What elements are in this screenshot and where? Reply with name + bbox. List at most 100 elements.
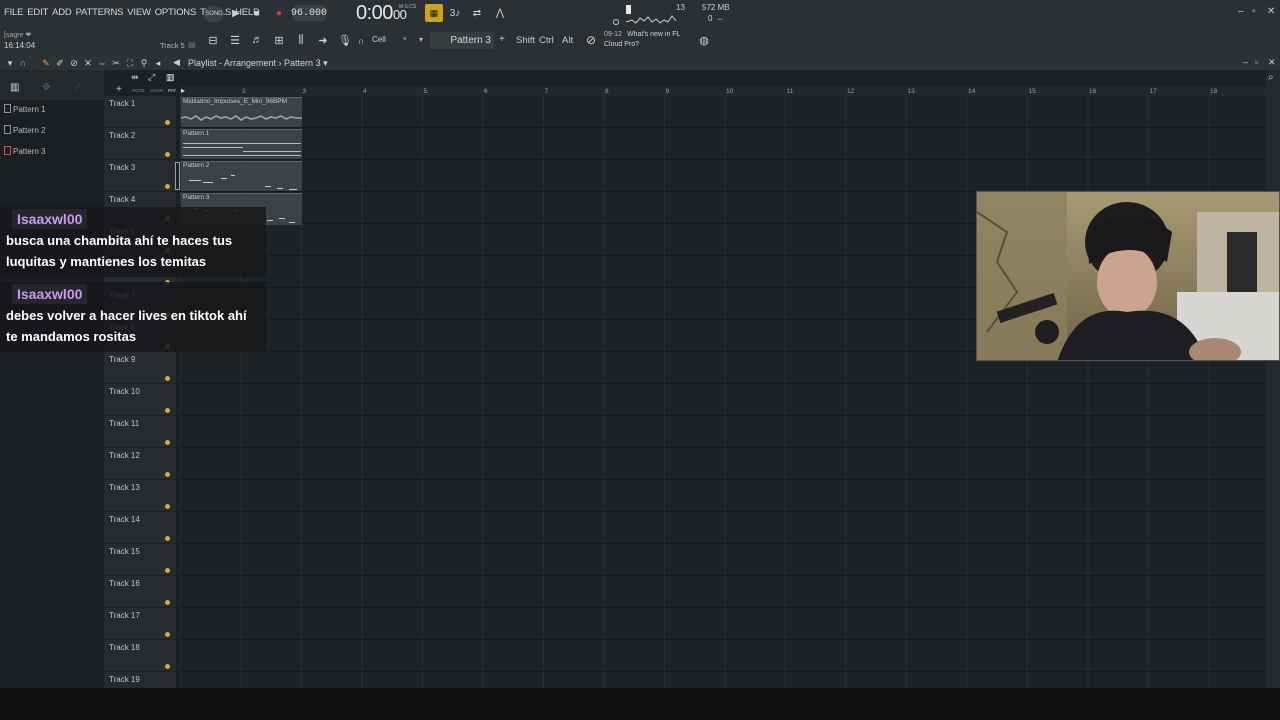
zoom-slider-icon[interactable]: ⌕ [1268,72,1274,83]
minimize-icon[interactable]: – [1238,6,1244,17]
note-mark [289,189,297,190]
track-enable-icon[interactable] [165,120,170,125]
track-header[interactable]: Track 1 [104,96,176,128]
typing-keyboard-icon[interactable]: ▦ [425,4,443,22]
maximize-icon[interactable]: ▫ [1252,6,1256,17]
menu-options[interactable]: OPTIONS [155,7,197,18]
menu-file[interactable]: FILE [4,7,23,18]
track-enable-icon[interactable] [165,440,170,445]
mixer-icon[interactable]: ⫼ [293,32,309,48]
tempo-display[interactable]: 96.000 [291,5,327,21]
countdown-icon[interactable]: 3♪ [447,6,463,20]
track-enable-icon[interactable] [165,376,170,381]
loop-record-icon[interactable]: ⇄ [469,6,485,20]
magnet-icon[interactable]: ∩ [17,57,29,69]
delete-tool-icon[interactable]: ⊘ [68,57,80,69]
track-enable-icon[interactable] [165,536,170,541]
audio-clip[interactable]: Midilatino_Impulses_E_Min_96BPM [181,97,302,127]
online-icon[interactable]: ◍ [697,33,711,47]
track-header[interactable]: Track 16 [104,576,176,608]
track-header[interactable]: Track 12 [104,448,176,480]
scroll-icon[interactable]: ⇹ [131,72,139,83]
picker-move-icon[interactable]: ✥ [42,82,50,93]
track-header[interactable]: Track 2 [104,128,176,160]
track-enable-icon[interactable] [165,600,170,605]
magnet-snap-icon[interactable]: ∩ [358,36,364,46]
track-header[interactable]: Track 11 [104,416,176,448]
picker-tab-chan[interactable]: CHAN [150,88,163,93]
menu-edit[interactable]: EDIT [27,7,48,18]
vertical-scrollbar[interactable] [1266,70,1280,688]
channel-rack-icon[interactable]: ☰ [227,32,243,48]
metronome-icon[interactable]: ⋀ [492,6,508,20]
paint-tool-icon[interactable]: ✐ [54,57,66,69]
alt-key[interactable]: Alt [562,35,573,46]
add-pattern-button[interactable]: + [499,34,505,45]
picker-pattern-2[interactable]: Pattern 2 [4,125,45,135]
pattern-song-toggle[interactable]: SONG [204,6,224,22]
pattern-view-icon[interactable]: ▥ [166,72,175,83]
track-select-marker[interactable] [175,162,180,190]
news-icon[interactable]: ⊘ [583,32,599,48]
draw-tool-icon[interactable]: ✎ [40,57,52,69]
add-track-icon[interactable]: + [116,84,122,95]
track-header[interactable]: Track 18 [104,640,176,672]
cpu-value: 13 [676,3,685,12]
track-enable-icon[interactable] [165,184,170,189]
pattern-clip[interactable]: Pattern 2 [181,161,302,191]
track-header[interactable]: Track 13 [104,480,176,512]
arrow-icon[interactable]: ➜ [315,32,331,48]
picker-pattern-1[interactable]: Pattern 1 [4,104,45,114]
shift-key[interactable]: Shift [516,35,535,46]
track-header[interactable]: Track 9 [104,352,176,384]
news-headline[interactable]: What's new in FL [627,31,680,38]
track-enable-icon[interactable] [165,568,170,573]
pattern-arrow-icon[interactable]: ▾ [419,35,423,44]
menu-view[interactable]: VIEW [127,7,151,18]
slip-tool-icon[interactable]: ⇔ [96,57,108,69]
close-icon[interactable]: ✕ [1267,6,1275,17]
track-header[interactable]: Track 14 [104,512,176,544]
menu-patterns[interactable]: PATTERNS [76,7,124,18]
snap-select[interactable]: Cell [372,35,386,44]
play-button[interactable]: ▶ [229,6,243,20]
playlist-view-icon[interactable]: ⊟ [205,32,221,48]
track-header[interactable]: Track 17 [104,608,176,640]
playback-tool-icon[interactable]: ◂ [152,57,164,69]
playhead-marker-icon[interactable]: ▸ [181,86,185,95]
panel-close-icon[interactable]: ✕ [1268,57,1276,68]
menu-add[interactable]: ADD [52,7,72,18]
select-tool-icon[interactable]: ⛶ [124,57,136,69]
resize-icon[interactable]: ⤢ [148,72,155,83]
picker-pen-icon[interactable]: ⟋ [74,82,81,93]
track-enable-icon[interactable] [165,408,170,413]
track-enable-icon[interactable] [165,632,170,637]
zoom-tool-icon[interactable]: ⚲ [138,57,150,69]
pattern-selector[interactable]: Pattern 3 [430,32,494,49]
stop-button[interactable]: ■ [250,6,264,20]
picker-tab-pat[interactable]: PAT [168,88,176,93]
track-enable-icon[interactable] [165,664,170,669]
track-enable-icon[interactable] [165,472,170,477]
track-enable-icon[interactable] [165,504,170,509]
track-header[interactable]: Track 3 [104,160,176,192]
browser-icon[interactable]: ⊞ [271,32,287,48]
track-header[interactable]: Track 15 [104,544,176,576]
track-enable-icon[interactable] [165,152,170,157]
track-header[interactable]: Track 10 [104,384,176,416]
news-headline-2[interactable]: Cloud Pro? [604,41,639,48]
piano-roll-icon[interactable]: ♬ [249,32,265,48]
menu-arrow-icon[interactable]: ▾ [4,57,16,69]
pattern-clip[interactable]: Pattern 1 [181,129,302,159]
record-button[interactable]: ● [272,6,286,20]
panel-maximize-icon[interactable]: ▫ [1255,57,1258,67]
picker-tab-note[interactable]: NOTE [132,88,145,93]
picker-view-icon[interactable]: ▥ [10,82,19,93]
slice-tool-icon[interactable]: ✂ [110,57,122,69]
panel-minimize-icon[interactable]: – [1243,57,1248,67]
microphone-icon[interactable]: 🎙 [337,32,353,48]
ctrl-key[interactable]: Ctrl [539,35,554,46]
picker-pattern-3[interactable]: Pattern 3 [4,146,45,156]
mute-tool-icon[interactable]: ✕ [82,57,94,69]
arrangement-grid[interactable] [180,96,1266,688]
